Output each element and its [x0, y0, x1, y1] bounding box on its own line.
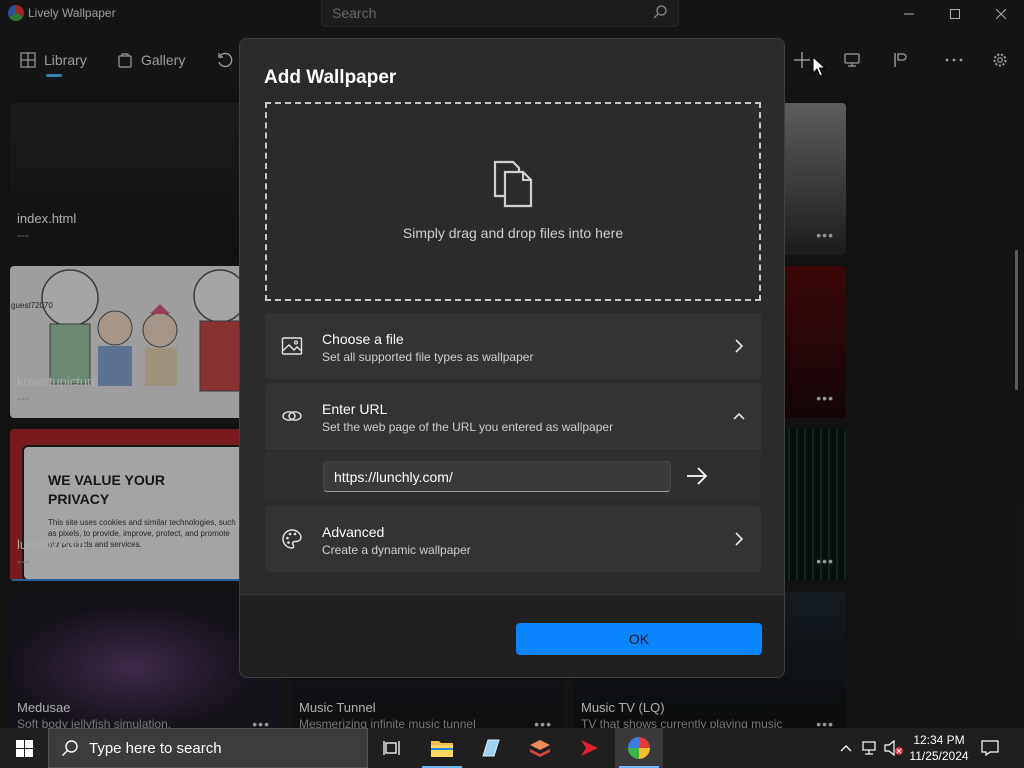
start-button[interactable]: [0, 728, 48, 768]
dialog-title: Add Wallpaper: [264, 67, 397, 88]
dialog-footer: OK: [240, 594, 784, 677]
documents-icon: [493, 160, 533, 208]
enter-url-subtitle: Set the web page of the URL you entered …: [322, 420, 614, 434]
chevron-up-icon: [840, 745, 852, 752]
windows-logo-icon: [15, 739, 33, 757]
search-icon: [62, 740, 78, 756]
taskbar-app-red-arrow[interactable]: [565, 728, 613, 768]
tray-overflow-button[interactable]: [836, 738, 856, 758]
chevron-up-icon: [733, 412, 745, 420]
enter-url-title: Enter URL: [322, 401, 388, 417]
advanced-title: Advanced: [322, 524, 385, 540]
taskbar-lively-wallpaper[interactable]: [615, 728, 663, 768]
add-wallpaper-dialog: Add Wallpaper Simply drag and drop files…: [239, 38, 785, 678]
chevron-right-icon: [735, 532, 744, 546]
taskbar-file-explorer[interactable]: [418, 728, 466, 768]
ok-button[interactable]: OK: [516, 623, 762, 655]
notification-center-button[interactable]: [980, 738, 1000, 758]
drop-zone-text: Simply drag and drop files into here: [402, 225, 624, 241]
clock-time: 12:34 PM: [913, 733, 965, 747]
mouse-cursor-icon: [812, 56, 826, 77]
taskbar-app-notes[interactable]: [467, 728, 515, 768]
url-panel: [265, 451, 761, 500]
enter-url-option[interactable]: Enter URL Set the web page of the URL yo…: [265, 383, 761, 450]
taskbar-clock[interactable]: 12:34 PM 11/25/2024: [904, 732, 974, 764]
choose-file-subtitle: Set all supported file types as wallpape…: [322, 350, 534, 364]
taskbar-app-red-stack[interactable]: [516, 728, 564, 768]
submit-url-button[interactable]: [685, 464, 709, 488]
folder-icon: [431, 741, 453, 757]
advanced-option[interactable]: Advanced Create a dynamic wallpaper: [265, 506, 761, 572]
notification-icon: [981, 740, 999, 756]
task-view-button[interactable]: [368, 728, 416, 768]
task-view-icon: [383, 741, 400, 755]
network-icon: [862, 741, 876, 755]
lively-app-icon: [628, 737, 650, 759]
speaker-muted-icon: [884, 740, 903, 756]
link-icon: [282, 411, 302, 421]
taskbar-search-text: Type here to search: [89, 740, 222, 757]
advanced-subtitle: Create a dynamic wallpaper: [322, 543, 471, 557]
url-input[interactable]: [323, 461, 671, 492]
tray-volume-button[interactable]: [884, 738, 904, 758]
file-drop-zone[interactable]: Simply drag and drop files into here: [265, 102, 761, 301]
tray-network-button[interactable]: [860, 738, 880, 758]
chevron-right-icon: [735, 339, 744, 353]
image-icon: [281, 337, 303, 355]
arrow-right-icon: [687, 467, 708, 485]
notes-app-icon: [482, 739, 500, 757]
clock-date: 11/25/2024: [909, 749, 969, 763]
taskbar: Type here to search 12:34 PM 11/25/2024: [0, 728, 1024, 768]
arrow-app-icon: [581, 740, 598, 756]
palette-icon: [282, 529, 302, 549]
choose-file-option[interactable]: Choose a file Set all supported file typ…: [265, 313, 761, 379]
choose-file-title: Choose a file: [322, 331, 404, 347]
taskbar-search[interactable]: Type here to search: [48, 728, 368, 768]
layers-app-icon: [530, 740, 550, 757]
